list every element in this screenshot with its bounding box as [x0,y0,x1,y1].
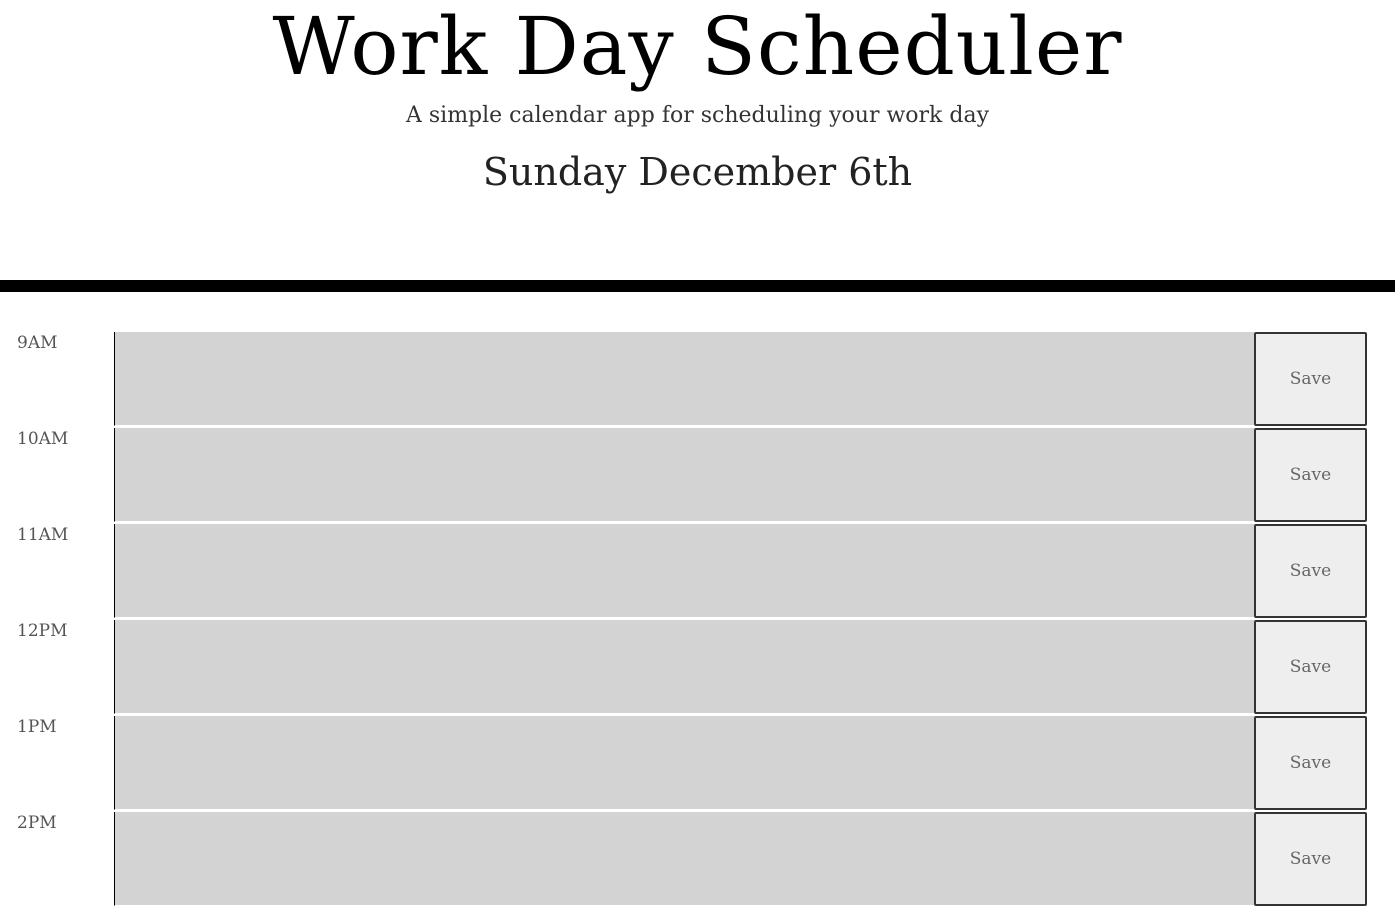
save-button[interactable]: Save [1254,620,1367,714]
time-block: 10AM Save [0,428,1395,524]
header: Work Day Scheduler A simple calendar app… [0,0,1395,292]
current-day: Sunday December 6th [482,150,913,194]
save-button[interactable]: Save [1254,716,1367,810]
event-input[interactable] [114,524,1254,618]
save-button[interactable]: Save [1254,812,1367,906]
save-button[interactable]: Save [1254,428,1367,522]
time-block: 9AM Save [0,332,1395,428]
event-input[interactable] [114,812,1254,906]
event-input[interactable] [114,332,1254,426]
event-input[interactable] [114,620,1254,714]
time-block-list: 9AM Save 10AM Save 11AM Save 12PM Save 1… [0,332,1395,908]
time-block: 1PM Save [0,716,1395,812]
time-block: 2PM Save [0,812,1395,908]
hour-label: 10AM [17,429,69,449]
hour-label: 11AM [17,525,69,545]
time-block: 11AM Save [0,524,1395,620]
hour-label: 2PM [17,813,57,833]
time-block: 12PM Save [0,620,1395,716]
save-button[interactable]: Save [1254,524,1367,618]
hour-label: 1PM [17,717,57,737]
hour-label: 12PM [17,621,68,641]
page-subtitle: A simple calendar app for scheduling you… [405,103,989,128]
event-input[interactable] [114,716,1254,810]
hour-label: 9AM [17,333,58,353]
save-button[interactable]: Save [1254,332,1367,426]
event-input[interactable] [114,428,1254,522]
page-title: Work Day Scheduler [272,0,1123,93]
